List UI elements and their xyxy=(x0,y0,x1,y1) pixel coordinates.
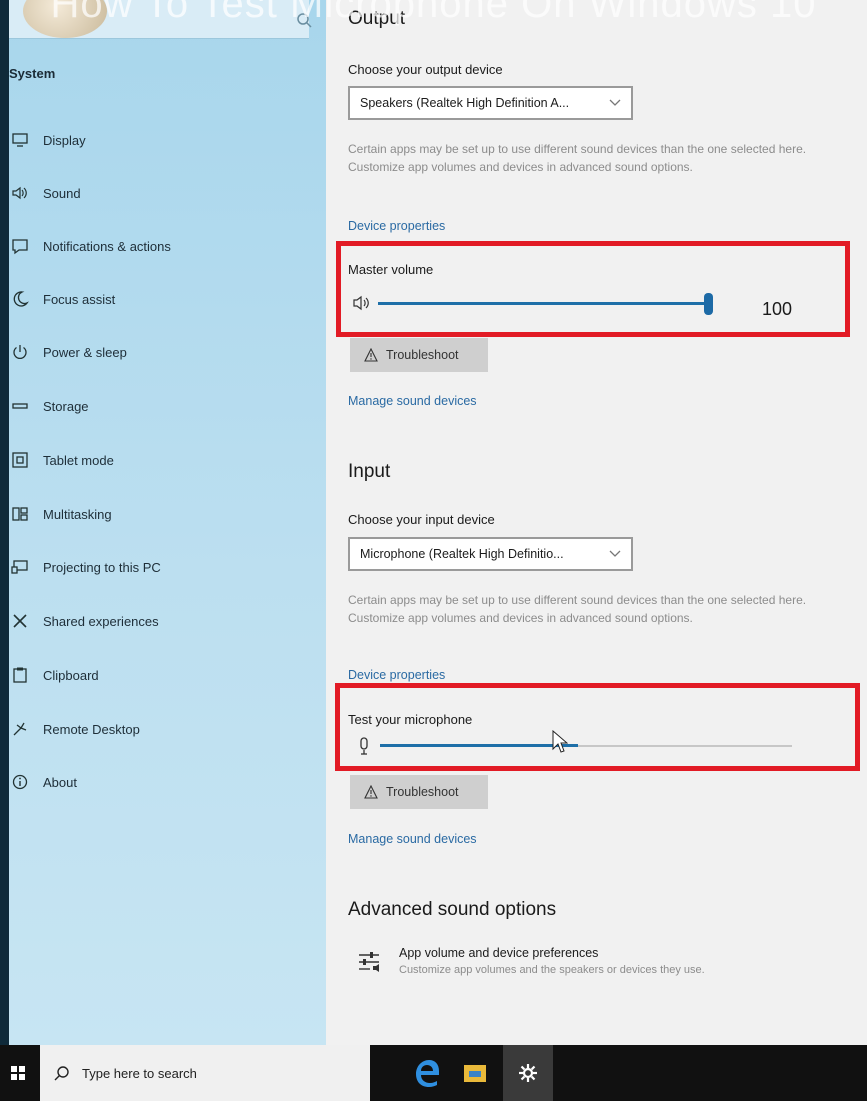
sidebar-item-label: Power & sleep xyxy=(43,344,127,360)
sidebar-item-about[interactable]: About xyxy=(9,762,319,802)
sidebar-item-multitasking[interactable]: Multitasking xyxy=(9,494,319,534)
input-choose-label: Choose your input device xyxy=(348,512,495,527)
sidebar-item-projecting[interactable]: Projecting to this PC xyxy=(9,547,319,587)
sidebar-edge xyxy=(0,0,9,1045)
sidebar: System Display Sound Notifications & act… xyxy=(0,0,326,1045)
shared-icon xyxy=(9,610,31,632)
advanced-sound-heading: Advanced sound options xyxy=(348,899,557,920)
settings-window: How To Test Microphone On Windows 10 Sys… xyxy=(0,0,867,1101)
taskbar: Type here to search xyxy=(0,1045,867,1101)
output-hint: Certain apps may be set up to use differ… xyxy=(348,142,807,174)
sidebar-item-label: Display xyxy=(43,132,86,148)
multitasking-icon xyxy=(9,503,31,525)
master-volume-thumb[interactable] xyxy=(704,293,713,315)
app-volume-preferences-link[interactable]: App volume and device preferences Custom… xyxy=(356,945,836,987)
warning-icon xyxy=(364,785,378,799)
sidebar-item-clipboard[interactable]: Clipboard xyxy=(9,655,319,695)
sidebar-item-label: Clipboard xyxy=(43,667,99,683)
troubleshoot-label: Troubleshoot xyxy=(386,348,459,362)
speaker-icon xyxy=(353,295,369,311)
mouse-cursor-icon xyxy=(552,730,568,753)
search-icon xyxy=(54,1066,69,1081)
test-microphone-highlight xyxy=(335,683,860,771)
sidebar-item-label: Multitasking xyxy=(43,506,112,522)
notifications-icon xyxy=(9,235,31,257)
sidebar-item-sound[interactable]: Sound xyxy=(9,173,319,213)
tablet-icon xyxy=(9,449,31,471)
settings-taskbar-button[interactable] xyxy=(503,1045,553,1101)
master-volume-fill xyxy=(378,302,708,305)
file-explorer-icon[interactable] xyxy=(463,1062,487,1084)
sidebar-item-notifications[interactable]: Notifications & actions xyxy=(9,226,319,266)
sidebar-item-power-sleep[interactable]: Power & sleep xyxy=(9,332,319,372)
sidebar-item-tablet-mode[interactable]: Tablet mode xyxy=(9,440,319,480)
display-icon xyxy=(9,129,31,151)
troubleshoot-label: Troubleshoot xyxy=(386,785,459,799)
input-hint: Certain apps may be set up to use differ… xyxy=(348,593,807,625)
master-volume-value: 100 xyxy=(762,299,793,319)
power-icon xyxy=(9,341,31,363)
windows-start-icon[interactable] xyxy=(11,1066,25,1080)
sidebar-item-label: Storage xyxy=(43,398,89,414)
input-device-value: Microphone (Realtek High Definitio... xyxy=(360,547,564,561)
sidebar-item-storage[interactable]: Storage xyxy=(9,386,319,426)
sidebar-item-remote-desktop[interactable]: Remote Desktop xyxy=(9,709,319,749)
output-device-value: Speakers (Realtek High Definition A... xyxy=(360,96,570,110)
sidebar-item-label: Projecting to this PC xyxy=(43,559,161,575)
master-volume-label: Master volume xyxy=(348,262,434,277)
input-manage-sound-devices-link[interactable]: Manage sound devices xyxy=(348,832,477,846)
sidebar-item-display[interactable]: Display xyxy=(9,120,319,160)
sidebar-section-title: System xyxy=(9,66,56,81)
edge-browser-icon[interactable] xyxy=(413,1059,441,1087)
app-volume-title: App volume and device preferences xyxy=(399,946,599,960)
master-volume-slider[interactable] xyxy=(378,292,714,316)
video-overlay-title: How To Test Microphone On Windows 10 xyxy=(50,0,817,26)
sidebar-item-focus-assist[interactable]: Focus assist xyxy=(9,279,319,319)
output-troubleshoot-button[interactable]: Troubleshoot xyxy=(350,338,488,372)
sidebar-item-label: Remote Desktop xyxy=(43,721,140,737)
master-volume-highlight xyxy=(336,241,850,337)
input-device-properties-link[interactable]: Device properties xyxy=(348,668,445,682)
clipboard-icon xyxy=(9,664,31,686)
taskbar-search-box[interactable]: Type here to search xyxy=(40,1045,370,1101)
warning-icon xyxy=(364,348,378,362)
sidebar-item-label: Shared experiences xyxy=(43,613,159,629)
input-troubleshoot-button[interactable]: Troubleshoot xyxy=(350,775,488,809)
chevron-down-icon xyxy=(609,550,621,557)
speaker-icon xyxy=(9,182,31,204)
sidebar-item-label: Tablet mode xyxy=(43,452,114,468)
output-choose-label: Choose your output device xyxy=(348,62,503,77)
input-heading: Input xyxy=(348,461,391,482)
input-device-select[interactable]: Microphone (Realtek High Definitio... xyxy=(348,537,633,571)
gear-icon xyxy=(519,1064,537,1082)
output-device-select[interactable]: Speakers (Realtek High Definition A... xyxy=(348,86,633,120)
app-volume-description: Customize app volumes and the speakers o… xyxy=(399,964,705,976)
microphone-icon xyxy=(360,737,368,755)
sidebar-item-shared-experiences[interactable]: Shared experiences xyxy=(9,601,319,641)
equalizer-icon xyxy=(359,952,379,972)
chevron-down-icon xyxy=(609,99,621,106)
sidebar-item-label: Notifications & actions xyxy=(43,238,171,254)
moon-icon xyxy=(9,288,31,310)
projecting-icon xyxy=(9,556,31,578)
main-content: Output Choose your output device Speaker… xyxy=(326,0,867,1045)
microphone-level-fill xyxy=(380,744,578,747)
sidebar-item-label: About xyxy=(43,774,77,790)
test-microphone-label: Test your microphone xyxy=(348,712,473,727)
output-manage-sound-devices-link[interactable]: Manage sound devices xyxy=(348,394,477,408)
remote-desktop-icon xyxy=(9,718,31,740)
storage-icon xyxy=(9,395,31,417)
sidebar-item-label: Sound xyxy=(43,185,81,201)
output-device-properties-link[interactable]: Device properties xyxy=(348,219,445,233)
sidebar-item-label: Focus assist xyxy=(43,291,116,307)
microphone-level-meter xyxy=(380,740,792,752)
taskbar-search-placeholder: Type here to search xyxy=(82,1065,197,1081)
info-icon xyxy=(9,771,31,793)
